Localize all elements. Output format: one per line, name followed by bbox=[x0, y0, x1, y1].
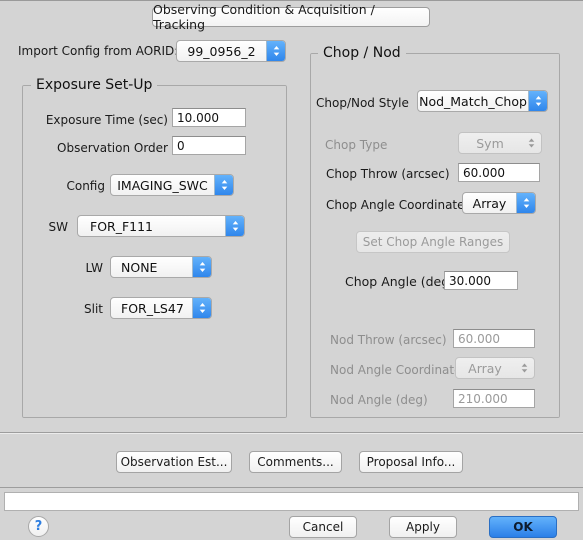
nod-angle-input: 210.000 bbox=[453, 389, 535, 408]
slit-combo[interactable]: FOR_LS47 bbox=[110, 297, 212, 319]
actions-top-divider-highlight bbox=[0, 433, 583, 434]
apply-button[interactable]: Apply bbox=[389, 516, 457, 538]
chop-nod-style-combo[interactable]: Nod_Match_Chop bbox=[417, 90, 548, 112]
lw-label: LW bbox=[85, 261, 103, 275]
chevron-updown-icon[interactable] bbox=[192, 257, 211, 277]
ok-button[interactable]: OK bbox=[489, 516, 557, 538]
status-message-field[interactable] bbox=[4, 492, 579, 511]
chevron-updown-icon[interactable] bbox=[192, 298, 211, 318]
lw-value: NONE bbox=[121, 259, 158, 275]
chevron-updown-icon[interactable] bbox=[214, 175, 233, 195]
comments-button[interactable]: Comments... bbox=[249, 451, 342, 473]
nod-throw-label: Nod Throw (arcsec) bbox=[330, 333, 447, 347]
chop-angle-input[interactable]: 30.000 bbox=[444, 271, 518, 290]
exposure-setup-group bbox=[22, 85, 287, 418]
observation-est-button[interactable]: Observation Est... bbox=[116, 451, 232, 473]
import-config-aorid-value: 99_0956_2 bbox=[187, 43, 256, 59]
exposure-time-label: Exposure Time (sec) bbox=[45, 113, 168, 127]
chop-type-combo: Sym bbox=[458, 132, 542, 154]
chop-throw-label: Chop Throw (arcsec) bbox=[326, 167, 450, 181]
chop-angle-label: Chop Angle (deg) bbox=[345, 274, 455, 289]
lw-combo[interactable]: NONE bbox=[110, 256, 212, 278]
nod-angle-label: Nod Angle (deg) bbox=[330, 393, 428, 407]
chevron-updown-icon[interactable] bbox=[528, 91, 547, 111]
statusbar-top-divider bbox=[0, 487, 583, 488]
sw-label: SW bbox=[48, 220, 68, 234]
slit-label: Slit bbox=[84, 302, 103, 316]
config-label: Config bbox=[66, 179, 105, 193]
set-chop-angle-ranges-button: Set Chop Angle Ranges bbox=[356, 231, 510, 253]
chop-angle-coordinate-combo[interactable]: Array bbox=[462, 192, 536, 214]
window-top-divider bbox=[0, 0, 583, 1]
sw-value: FOR_F111 bbox=[90, 218, 154, 234]
import-config-aorid-combo[interactable]: 99_0956_2 bbox=[176, 40, 286, 62]
exposure-setup-title: Exposure Set-Up bbox=[31, 78, 158, 92]
nod-angle-coordinate-value: Array bbox=[468, 360, 502, 376]
chevron-updown-icon[interactable] bbox=[225, 216, 244, 236]
chop-throw-input[interactable]: 60.000 bbox=[458, 163, 540, 182]
slit-value: FOR_LS47 bbox=[121, 300, 184, 316]
cancel-button[interactable]: Cancel bbox=[289, 516, 357, 538]
config-value: IMAGING_SWC bbox=[117, 177, 208, 193]
chop-nod-title: Chop / Nod bbox=[318, 46, 406, 60]
chevron-updown-icon bbox=[514, 358, 534, 378]
chevron-updown-icon[interactable] bbox=[516, 193, 535, 213]
help-button[interactable]: ? bbox=[28, 516, 49, 537]
nod-throw-input: 60.000 bbox=[453, 329, 535, 348]
exposure-time-input[interactable]: 10.000 bbox=[172, 108, 246, 127]
chop-type-label: Chop Type bbox=[325, 138, 388, 152]
config-combo[interactable]: IMAGING_SWC bbox=[110, 174, 234, 196]
sw-combo[interactable]: FOR_F111 bbox=[77, 215, 245, 237]
nod-angle-coordinate-combo: Array bbox=[455, 357, 535, 379]
chevron-updown-icon bbox=[521, 133, 541, 153]
tab-observing-condition-acquisition-tracking[interactable]: Observing Condition & Acquisition / Trac… bbox=[152, 2, 430, 32]
nod-angle-coordinate-label: Nod Angle Coordinate bbox=[330, 363, 462, 377]
chop-angle-coordinate-label: Chop Angle Coordinate bbox=[326, 198, 465, 212]
chevron-updown-icon[interactable] bbox=[266, 41, 285, 61]
proposal-info-button[interactable]: Proposal Info... bbox=[359, 451, 463, 473]
observation-order-input[interactable]: 0 bbox=[172, 136, 246, 155]
chop-nod-style-value: Nod_Match_Chop bbox=[419, 93, 527, 109]
observation-order-label: Observation Order bbox=[57, 141, 168, 155]
import-config-label: Import Config from AORID: bbox=[18, 44, 179, 58]
chop-nod-style-label: Chop/Nod Style bbox=[316, 96, 409, 110]
chop-angle-coordinate-value: Array bbox=[472, 195, 507, 211]
chop-type-value: Sym bbox=[476, 135, 504, 151]
